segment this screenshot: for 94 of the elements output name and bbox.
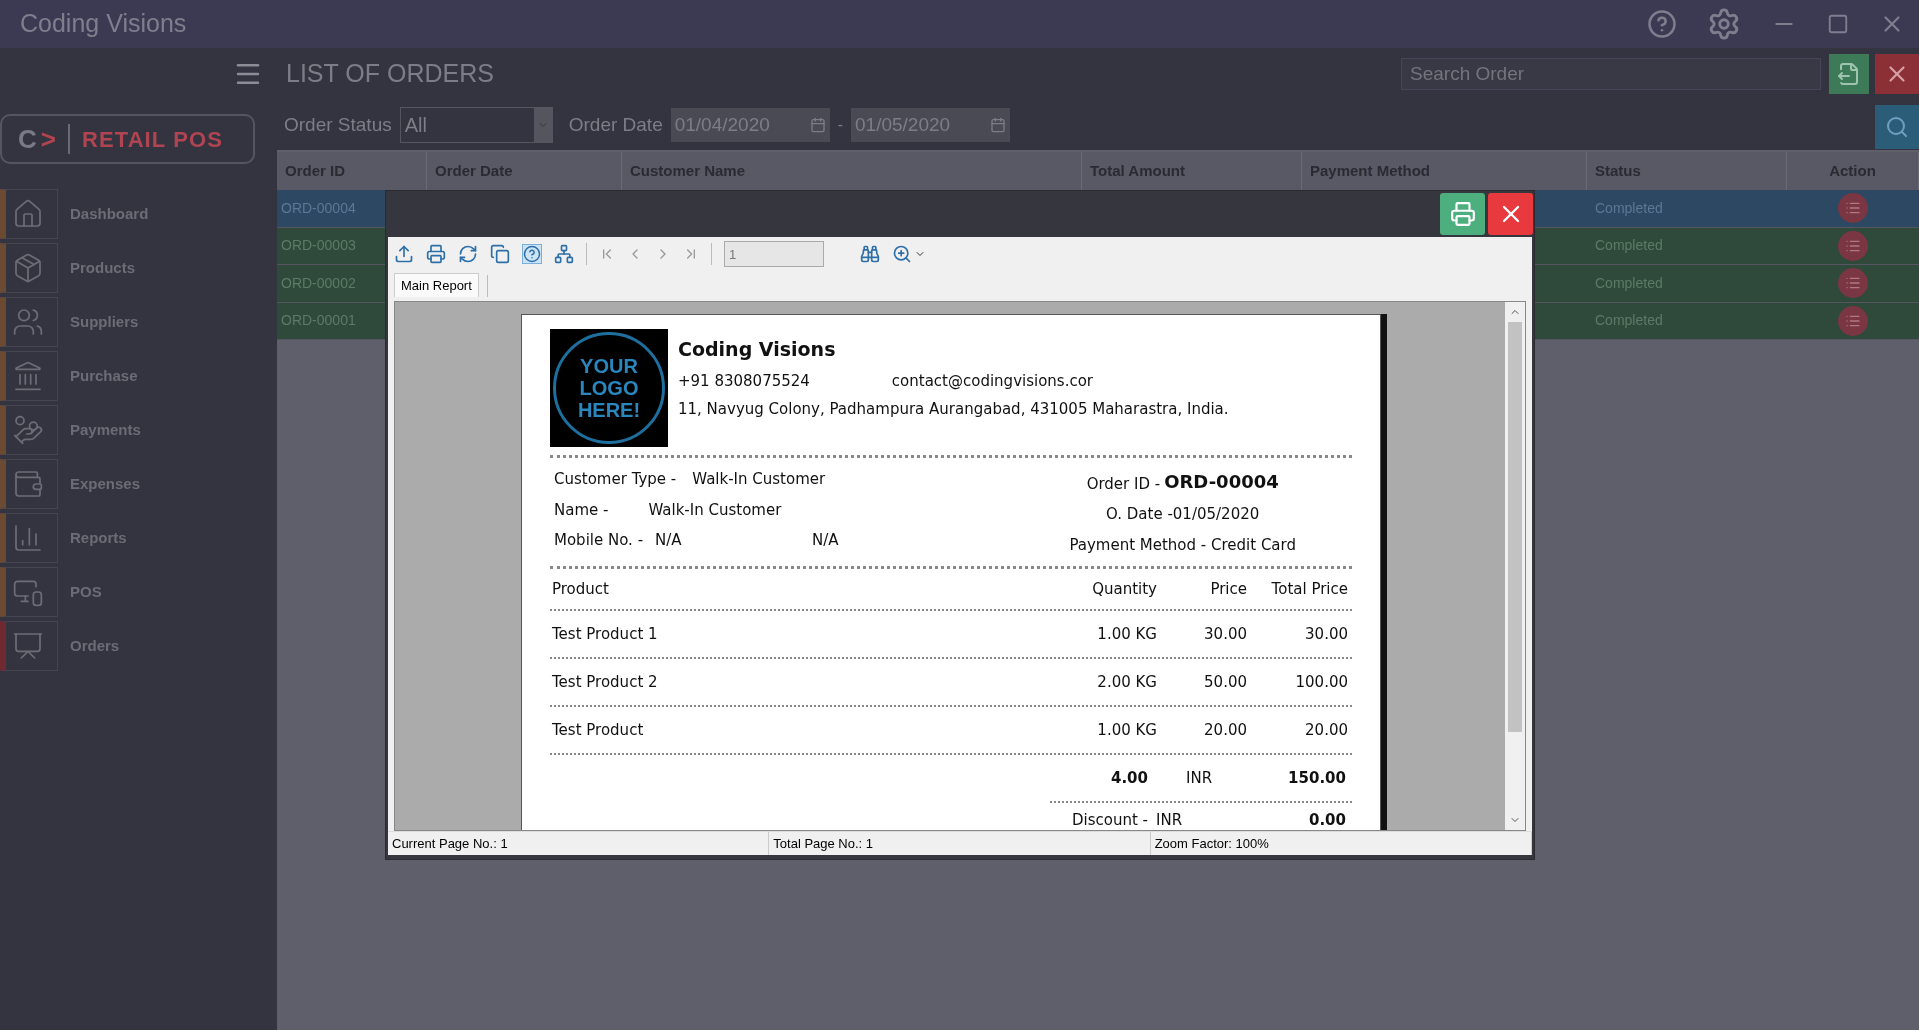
nav-icon xyxy=(12,252,44,284)
print-button[interactable] xyxy=(1440,193,1485,235)
date-separator: - xyxy=(837,115,844,135)
sidebar-item[interactable]: Dashboard xyxy=(0,188,277,240)
field-label: Name - xyxy=(554,499,609,521)
nav-icon xyxy=(12,198,44,230)
find-icon[interactable] xyxy=(860,244,880,264)
zoom-icon[interactable] xyxy=(892,244,912,264)
payment-method-text: Payment Method - Credit Card xyxy=(1069,534,1296,556)
price-cell-text: 30.00 xyxy=(1203,623,1247,645)
nav-icon xyxy=(12,630,44,662)
report-tab[interactable]: Main Report xyxy=(394,273,479,297)
export-icon[interactable] xyxy=(394,244,414,264)
total-amount: 150.00 xyxy=(1287,767,1347,789)
price-cell-text: 50.00 xyxy=(1203,671,1247,693)
sidebar-item[interactable]: Orders xyxy=(0,620,277,672)
status-text: Current Page No.: 1 xyxy=(392,834,508,853)
order-id-value: ORD-00004 xyxy=(1164,470,1279,494)
nav-icon xyxy=(12,468,44,500)
settings-icon[interactable] xyxy=(1707,7,1741,41)
product-cell-text: Test Product xyxy=(551,719,645,741)
nav-icon xyxy=(12,414,44,446)
refresh-icon[interactable] xyxy=(458,244,478,264)
currency-text: INR xyxy=(1155,809,1184,830)
column-header: Quantity xyxy=(1091,578,1157,600)
total-cell-text: 100.00 xyxy=(1294,671,1349,693)
calendar-icon xyxy=(990,117,1007,133)
retail-pos-logo: C> RETAIL POS xyxy=(0,114,255,164)
action-button[interactable] xyxy=(1838,268,1868,299)
company-name: Coding Visions xyxy=(678,337,837,362)
sidebar-item[interactable]: Expenses xyxy=(0,458,277,510)
export-button[interactable] xyxy=(1829,54,1869,94)
email-text: contact@codingvisions.cor xyxy=(891,370,1094,392)
search-field[interactable]: Search Order xyxy=(1401,58,1821,90)
search-button[interactable] xyxy=(1875,105,1919,149)
logo: YOUR LOGO HERE! xyxy=(553,332,665,444)
total-cell-text: 20.00 xyxy=(1304,719,1349,741)
page-title: LIST OF ORDERS xyxy=(286,58,494,90)
quantity-cell-text: 1.00 KG xyxy=(1096,719,1157,741)
field-label: Customer Type - xyxy=(554,469,677,490)
sidebar-item[interactable]: Suppliers xyxy=(0,296,277,348)
sidebar-item[interactable]: POS xyxy=(0,566,277,618)
field-value: N/A xyxy=(655,530,683,551)
sidebar-item[interactable]: Products xyxy=(0,242,277,294)
export-icon xyxy=(1837,62,1861,86)
price-cell-text: 20.00 xyxy=(1203,719,1247,741)
close-button[interactable] xyxy=(1488,193,1533,235)
product-cell-text: Test Product 1 xyxy=(551,623,659,645)
print-icon[interactable] xyxy=(426,244,446,264)
field-value: Walk-In Customer xyxy=(692,469,826,490)
help-icon[interactable] xyxy=(1647,9,1677,39)
order-status-label: Order Status xyxy=(284,112,392,137)
action-button[interactable] xyxy=(1838,193,1868,224)
sidebar-item[interactable]: Purchase xyxy=(0,350,277,402)
sidebar-item[interactable]: Reports xyxy=(0,512,277,564)
action-button[interactable] xyxy=(1838,305,1868,336)
quantity-cell-text: 1.00 KG xyxy=(1096,623,1157,645)
total-cell-text: 30.00 xyxy=(1304,623,1349,645)
order-status-dropdown[interactable]: All xyxy=(399,107,553,143)
nav-icon xyxy=(12,306,44,338)
currency-text: INR xyxy=(1185,767,1214,789)
action-button[interactable] xyxy=(1838,230,1868,261)
search-icon xyxy=(1885,115,1909,139)
column-header: Price xyxy=(1209,578,1247,600)
scrollbar[interactable] xyxy=(1505,302,1525,830)
help-icon[interactable] xyxy=(522,244,542,264)
order-date-label: Order Date xyxy=(568,112,663,137)
sidebar-item[interactable]: Payments xyxy=(0,404,277,456)
status-text: Total Page No.: 1 xyxy=(773,834,874,853)
page-number-field[interactable]: 1 xyxy=(724,241,824,267)
product-cell-text: Test Product 2 xyxy=(551,671,659,693)
tree-icon[interactable] xyxy=(554,244,574,264)
status-text: Zoom Factor: 100% xyxy=(1154,834,1269,853)
window-title: Coding Visions xyxy=(20,8,187,40)
column-header: Total Price xyxy=(1270,578,1349,600)
print-icon xyxy=(1449,201,1476,227)
total-quantity: 4.00 xyxy=(1110,767,1148,789)
discount-amount: 0.00 xyxy=(1308,809,1347,830)
copy-icon[interactable] xyxy=(490,244,510,264)
field-label: Mobile No. - xyxy=(554,530,644,551)
address-text: 11, Navyug Colony, Padhampura Aurangabad, 431005 Maharastra, India. xyxy=(678,399,1229,420)
close-button[interactable] xyxy=(1875,54,1919,94)
nav-icon xyxy=(12,522,44,554)
phone-text: +91 8308075524 xyxy=(678,370,810,392)
field-value: N/A xyxy=(812,530,839,551)
nav-icon xyxy=(12,360,44,392)
maximize-icon[interactable] xyxy=(1827,13,1849,35)
column-header: Product xyxy=(551,578,610,600)
field-value: Walk-In Customer xyxy=(648,499,782,521)
field-label: Order ID - xyxy=(1086,473,1161,495)
order-date-text: O. Date -01/05/2020 xyxy=(1106,504,1260,525)
quantity-cell-text: 2.00 KG xyxy=(1096,671,1157,693)
discount-label: Discount - xyxy=(1070,809,1148,830)
calendar-icon xyxy=(809,117,826,133)
